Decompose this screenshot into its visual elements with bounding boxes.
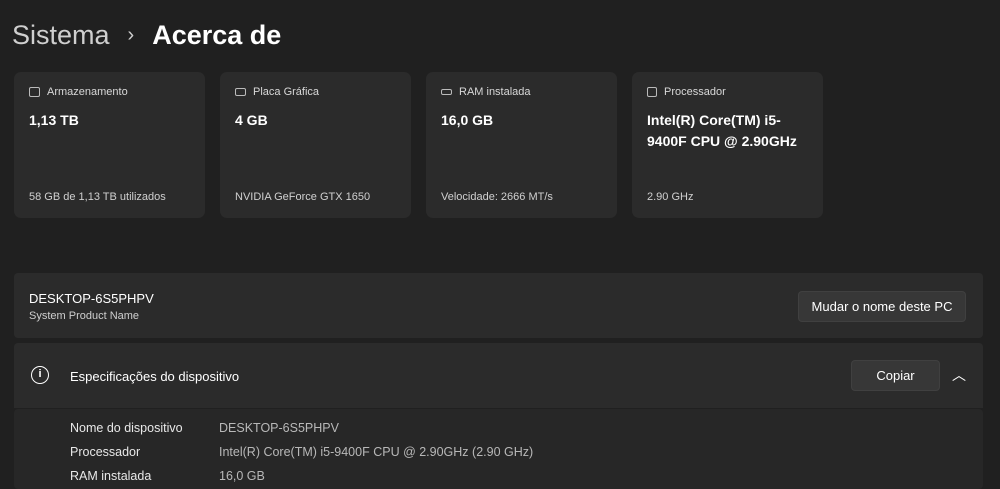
copy-button[interactable]: Copiar — [851, 360, 940, 391]
pc-model: System Product Name — [29, 310, 140, 322]
hard-drive-icon — [29, 87, 40, 97]
specs-header[interactable]: i Especificações do dispositivo Copiar ︿ — [14, 343, 983, 408]
info-icon: i — [31, 366, 49, 384]
spec-row: Processador Intel(R) Core(TM) i5-9400F CP… — [70, 445, 533, 459]
card-sub: 58 GB de 1,13 TB utilizados — [29, 191, 166, 203]
card-value: Intel(R) Core(TM) i5-9400F CPU @ 2.90GHz — [647, 112, 797, 149]
chevron-up-icon[interactable]: ︿ — [952, 365, 966, 385]
card-sub: NVIDIA GeForce GTX 1650 — [235, 191, 371, 203]
storage-card: Armazenamento 1,13 TB 58 GB de 1,13 TB u… — [14, 72, 205, 218]
spec-value: DESKTOP-6S5PHPV — [219, 421, 339, 435]
ram-card: RAM instalada 16,0 GB Velocidade: 2666 M… — [426, 72, 617, 218]
card-value: 1,13 TB — [29, 112, 79, 128]
gpu-card: Placa Gráfica 4 GB NVIDIA GeForce GTX 16… — [220, 72, 411, 218]
card-value: 16,0 GB — [441, 112, 494, 128]
rename-pc-button[interactable]: Mudar o nome deste PC — [798, 291, 966, 322]
card-label: RAM instalada — [459, 86, 531, 98]
chevron-right-icon: › — [127, 24, 135, 46]
spec-value: Intel(R) Core(TM) i5-9400F CPU @ 2.90GHz… — [219, 445, 534, 459]
gpu-icon — [235, 88, 246, 96]
breadcrumb-sistema[interactable]: Sistema — [12, 20, 110, 51]
spec-row: RAM instalada 16,0 GB — [70, 469, 265, 483]
spec-key: RAM instalada — [70, 469, 152, 483]
card-label: Processador — [664, 86, 726, 98]
spec-key: Nome do dispositivo — [70, 421, 183, 435]
breadcrumb: Sistema › Acerca de — [12, 20, 281, 51]
spec-key: Processador — [70, 445, 141, 459]
pc-name: DESKTOP-6S5PHPV — [29, 291, 154, 306]
spec-value: 16,0 GB — [219, 469, 265, 483]
specs-title: Especificações do dispositivo — [70, 369, 240, 384]
card-label: Armazenamento — [47, 86, 128, 98]
card-sub: Velocidade: 2666 MT/s — [441, 191, 553, 203]
card-sub: 2.90 GHz — [647, 191, 694, 203]
card-label: Placa Gráfica — [253, 86, 320, 98]
page-title: Acerca de — [152, 20, 282, 50]
cpu-card: Processador Intel(R) Core(TM) i5-9400F C… — [632, 72, 823, 218]
ram-icon — [441, 89, 452, 95]
cpu-icon — [647, 87, 657, 97]
card-value: 4 GB — [235, 112, 268, 128]
spec-row: Nome do dispositivo DESKTOP-6S5PHPV — [70, 421, 339, 435]
pc-name-panel: DESKTOP-6S5PHPV System Product Name Muda… — [14, 273, 983, 338]
